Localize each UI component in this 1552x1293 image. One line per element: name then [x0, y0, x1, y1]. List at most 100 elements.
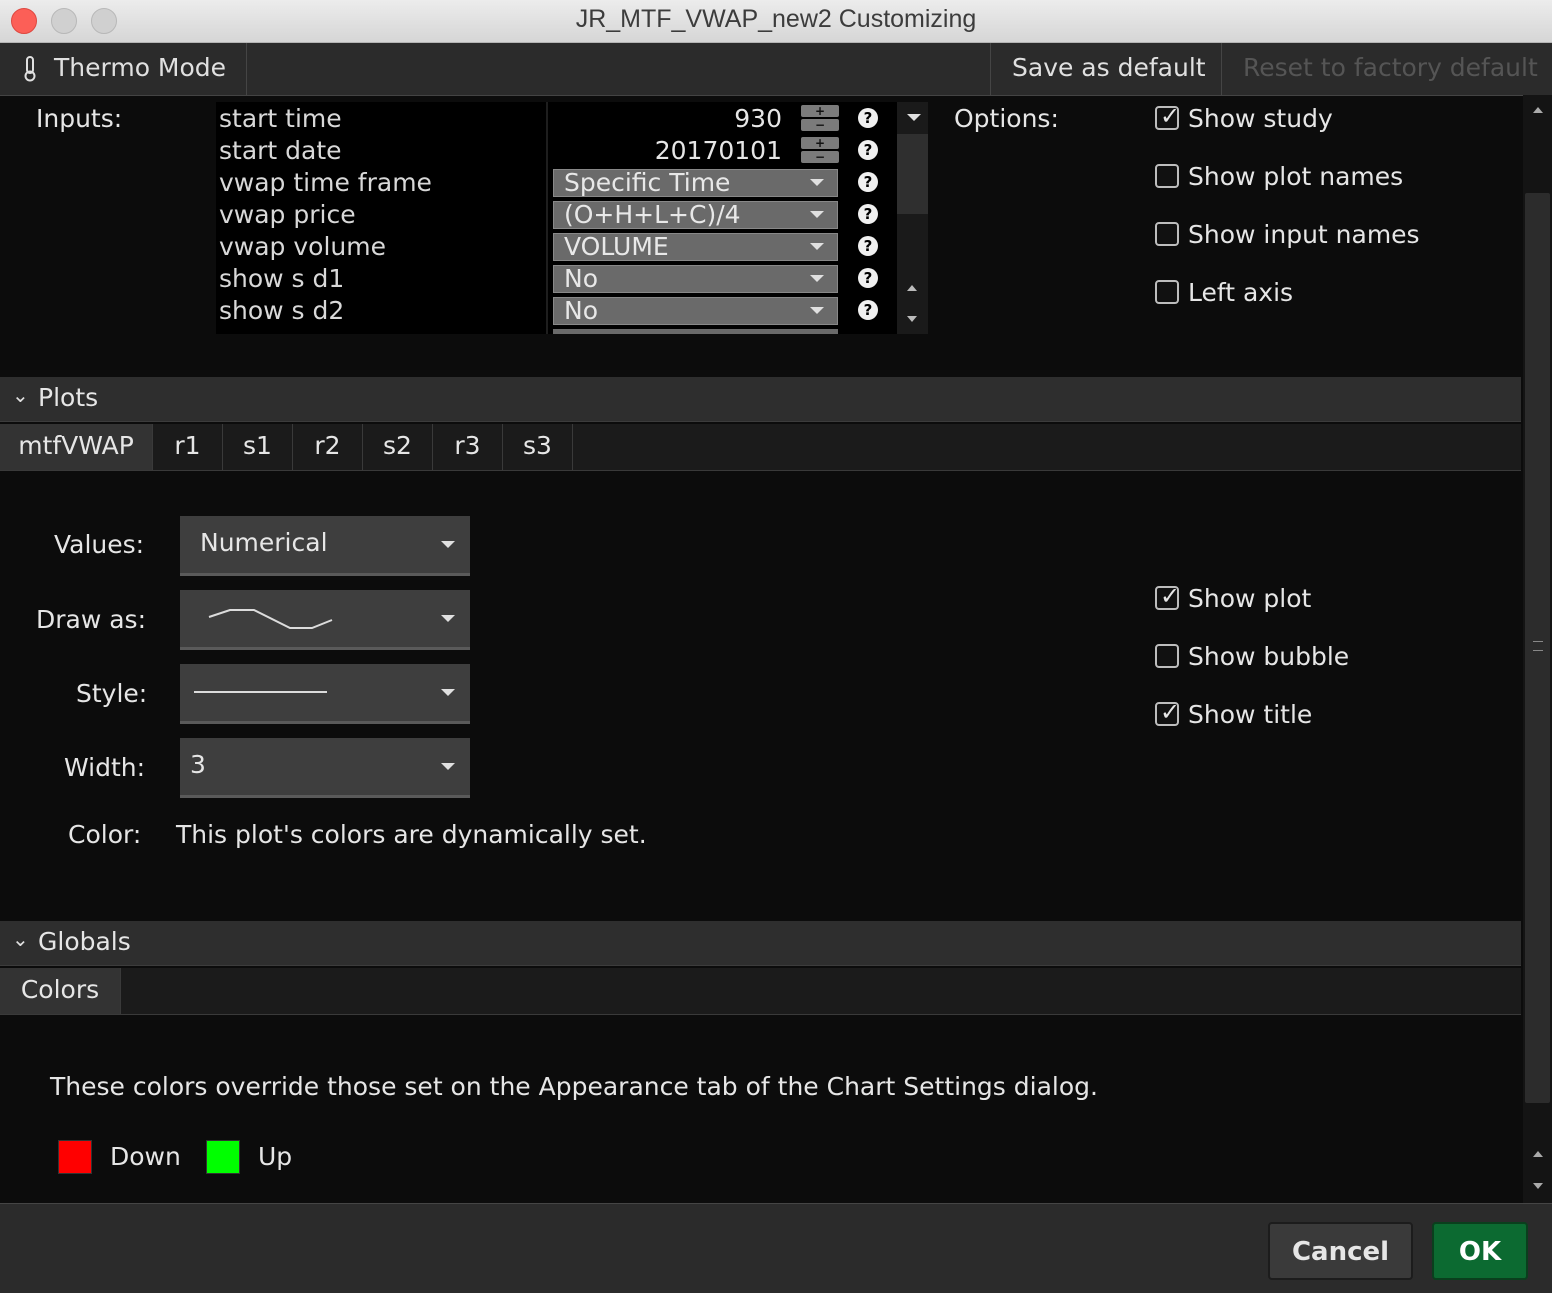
tab-r1[interactable]: r1: [153, 424, 223, 470]
values-select[interactable]: Numerical: [180, 516, 470, 576]
solid-line-icon: [194, 691, 327, 693]
thermo-mode-button[interactable]: Thermo Mode: [0, 43, 246, 95]
partial-select: [553, 329, 838, 334]
show-bubble-checkbox[interactable]: [1155, 644, 1179, 668]
tab-r3[interactable]: r3: [433, 424, 503, 470]
checkmark-icon: ✓: [1160, 102, 1181, 130]
select-value: Numerical: [200, 528, 328, 557]
help-icon[interactable]: ?: [858, 300, 878, 320]
chevron-down-icon: [810, 179, 824, 186]
decrement-icon[interactable]: −: [801, 151, 839, 163]
help-icon[interactable]: ?: [858, 204, 878, 224]
vwap-volume-select[interactable]: VOLUME: [553, 232, 838, 261]
cancel-button[interactable]: Cancel: [1268, 1222, 1413, 1280]
grip-icon: [1533, 641, 1543, 651]
reset-to-factory-default-button[interactable]: Reset to factory default: [1243, 53, 1538, 82]
column-divider: [546, 102, 548, 334]
ok-button[interactable]: OK: [1432, 1222, 1528, 1280]
tab-s1[interactable]: s1: [223, 424, 293, 470]
toolbar-divider: [246, 43, 247, 95]
inputs-label: Inputs:: [36, 104, 123, 133]
tab-r2[interactable]: r2: [293, 424, 363, 470]
help-icon[interactable]: ?: [858, 108, 878, 128]
show-plot-names-checkbox[interactable]: [1155, 164, 1179, 188]
show-input-names-checkbox[interactable]: [1155, 222, 1179, 246]
plots-section-header[interactable]: ⌄ Plots: [0, 377, 1521, 422]
title-bar: JR_MTF_VWAP_new2 Customizing: [0, 0, 1552, 43]
checkmark-icon: ✓: [1160, 698, 1181, 726]
start-date-field[interactable]: 20170101: [655, 136, 782, 165]
select-value: Specific Time: [564, 168, 731, 197]
tab-s2[interactable]: s2: [363, 424, 433, 470]
toolbar: Thermo Mode Save as default Reset to fac…: [0, 43, 1552, 96]
help-icon[interactable]: ?: [858, 172, 878, 192]
show-s-d2-select[interactable]: No: [553, 296, 838, 325]
chevron-down-icon: [810, 307, 824, 314]
draw-as-select[interactable]: [180, 590, 470, 650]
plot-tabs: mtfVWAP r1 s1 r2 s2 r3 s3: [0, 424, 1521, 471]
down-color-label: Down: [110, 1142, 181, 1171]
decrement-icon[interactable]: −: [801, 119, 839, 131]
chevron-down-icon: ⌄: [12, 927, 29, 951]
scroll-up-icon[interactable]: [907, 285, 917, 291]
increment-icon[interactable]: +: [801, 137, 839, 149]
scroll-up-icon[interactable]: [907, 114, 921, 121]
checkbox-label: Show plot: [1188, 584, 1312, 613]
main-scrollbar[interactable]: [1523, 95, 1552, 1203]
increment-icon[interactable]: +: [801, 105, 839, 117]
select-value: No: [564, 264, 598, 293]
width-label: Width:: [64, 753, 146, 782]
show-title-checkbox[interactable]: ✓: [1155, 698, 1180, 726]
up-color-swatch[interactable]: [206, 1140, 240, 1174]
start-time-stepper[interactable]: + −: [801, 105, 839, 131]
checkbox-label: Show title: [1188, 700, 1313, 729]
start-time-field[interactable]: 930: [734, 104, 782, 133]
help-icon[interactable]: ?: [858, 268, 878, 288]
scroll-up-icon[interactable]: [1533, 107, 1543, 113]
values-label: Values:: [54, 530, 145, 559]
dialog-footer: Cancel OK: [0, 1203, 1552, 1293]
input-name: vwap price: [219, 200, 356, 229]
left-axis-checkbox[interactable]: [1155, 280, 1179, 304]
chevron-down-icon: [441, 615, 455, 622]
select-value: VOLUME: [564, 232, 669, 261]
vwap-time-frame-select[interactable]: Specific Time: [553, 168, 838, 197]
inputs-scrollbar[interactable]: [897, 102, 928, 334]
style-select[interactable]: [180, 664, 470, 724]
show-s-d1-select[interactable]: No: [553, 264, 838, 293]
options-label: Options:: [954, 104, 1059, 133]
globals-tabs: Colors: [0, 968, 1521, 1015]
section-title: Globals: [38, 927, 131, 956]
style-label: Style:: [76, 679, 148, 708]
vwap-price-select[interactable]: (O+H+L+C)/4: [553, 200, 838, 229]
scroll-thumb[interactable]: [897, 134, 928, 214]
tab-s3[interactable]: s3: [503, 424, 573, 470]
show-plot-checkbox[interactable]: ✓: [1155, 582, 1180, 610]
section-title: Plots: [38, 383, 99, 412]
tab-colors[interactable]: Colors: [0, 968, 121, 1014]
scroll-down-icon[interactable]: [907, 316, 917, 322]
select-value: (O+H+L+C)/4: [564, 200, 741, 229]
chevron-down-icon: [810, 243, 824, 250]
thermo-mode-label: Thermo Mode: [54, 53, 227, 82]
tab-mtfvwap[interactable]: mtfVWAP: [0, 424, 153, 470]
width-select[interactable]: 3: [180, 738, 470, 798]
chevron-down-icon: [810, 211, 824, 218]
input-name: show s d1: [219, 264, 345, 293]
start-date-stepper[interactable]: + −: [801, 137, 839, 163]
toolbar-divider: [1221, 43, 1222, 95]
save-as-default-button[interactable]: Save as default: [1012, 53, 1206, 82]
help-icon[interactable]: ?: [858, 236, 878, 256]
line-chart-icon: [208, 609, 333, 629]
help-icon[interactable]: ?: [858, 140, 878, 160]
scroll-up-icon[interactable]: [1533, 1151, 1543, 1157]
globals-section-header[interactable]: ⌄ Globals: [0, 921, 1521, 966]
up-color-label: Up: [258, 1142, 293, 1171]
chevron-down-icon: ⌄: [12, 383, 29, 407]
input-name: show s d2: [219, 296, 345, 325]
checkbox-label: Show bubble: [1188, 642, 1350, 671]
show-study-checkbox[interactable]: ✓: [1155, 102, 1180, 130]
scroll-thumb[interactable]: [1525, 193, 1550, 1103]
down-color-swatch[interactable]: [58, 1140, 92, 1174]
scroll-down-icon[interactable]: [1533, 1183, 1543, 1189]
